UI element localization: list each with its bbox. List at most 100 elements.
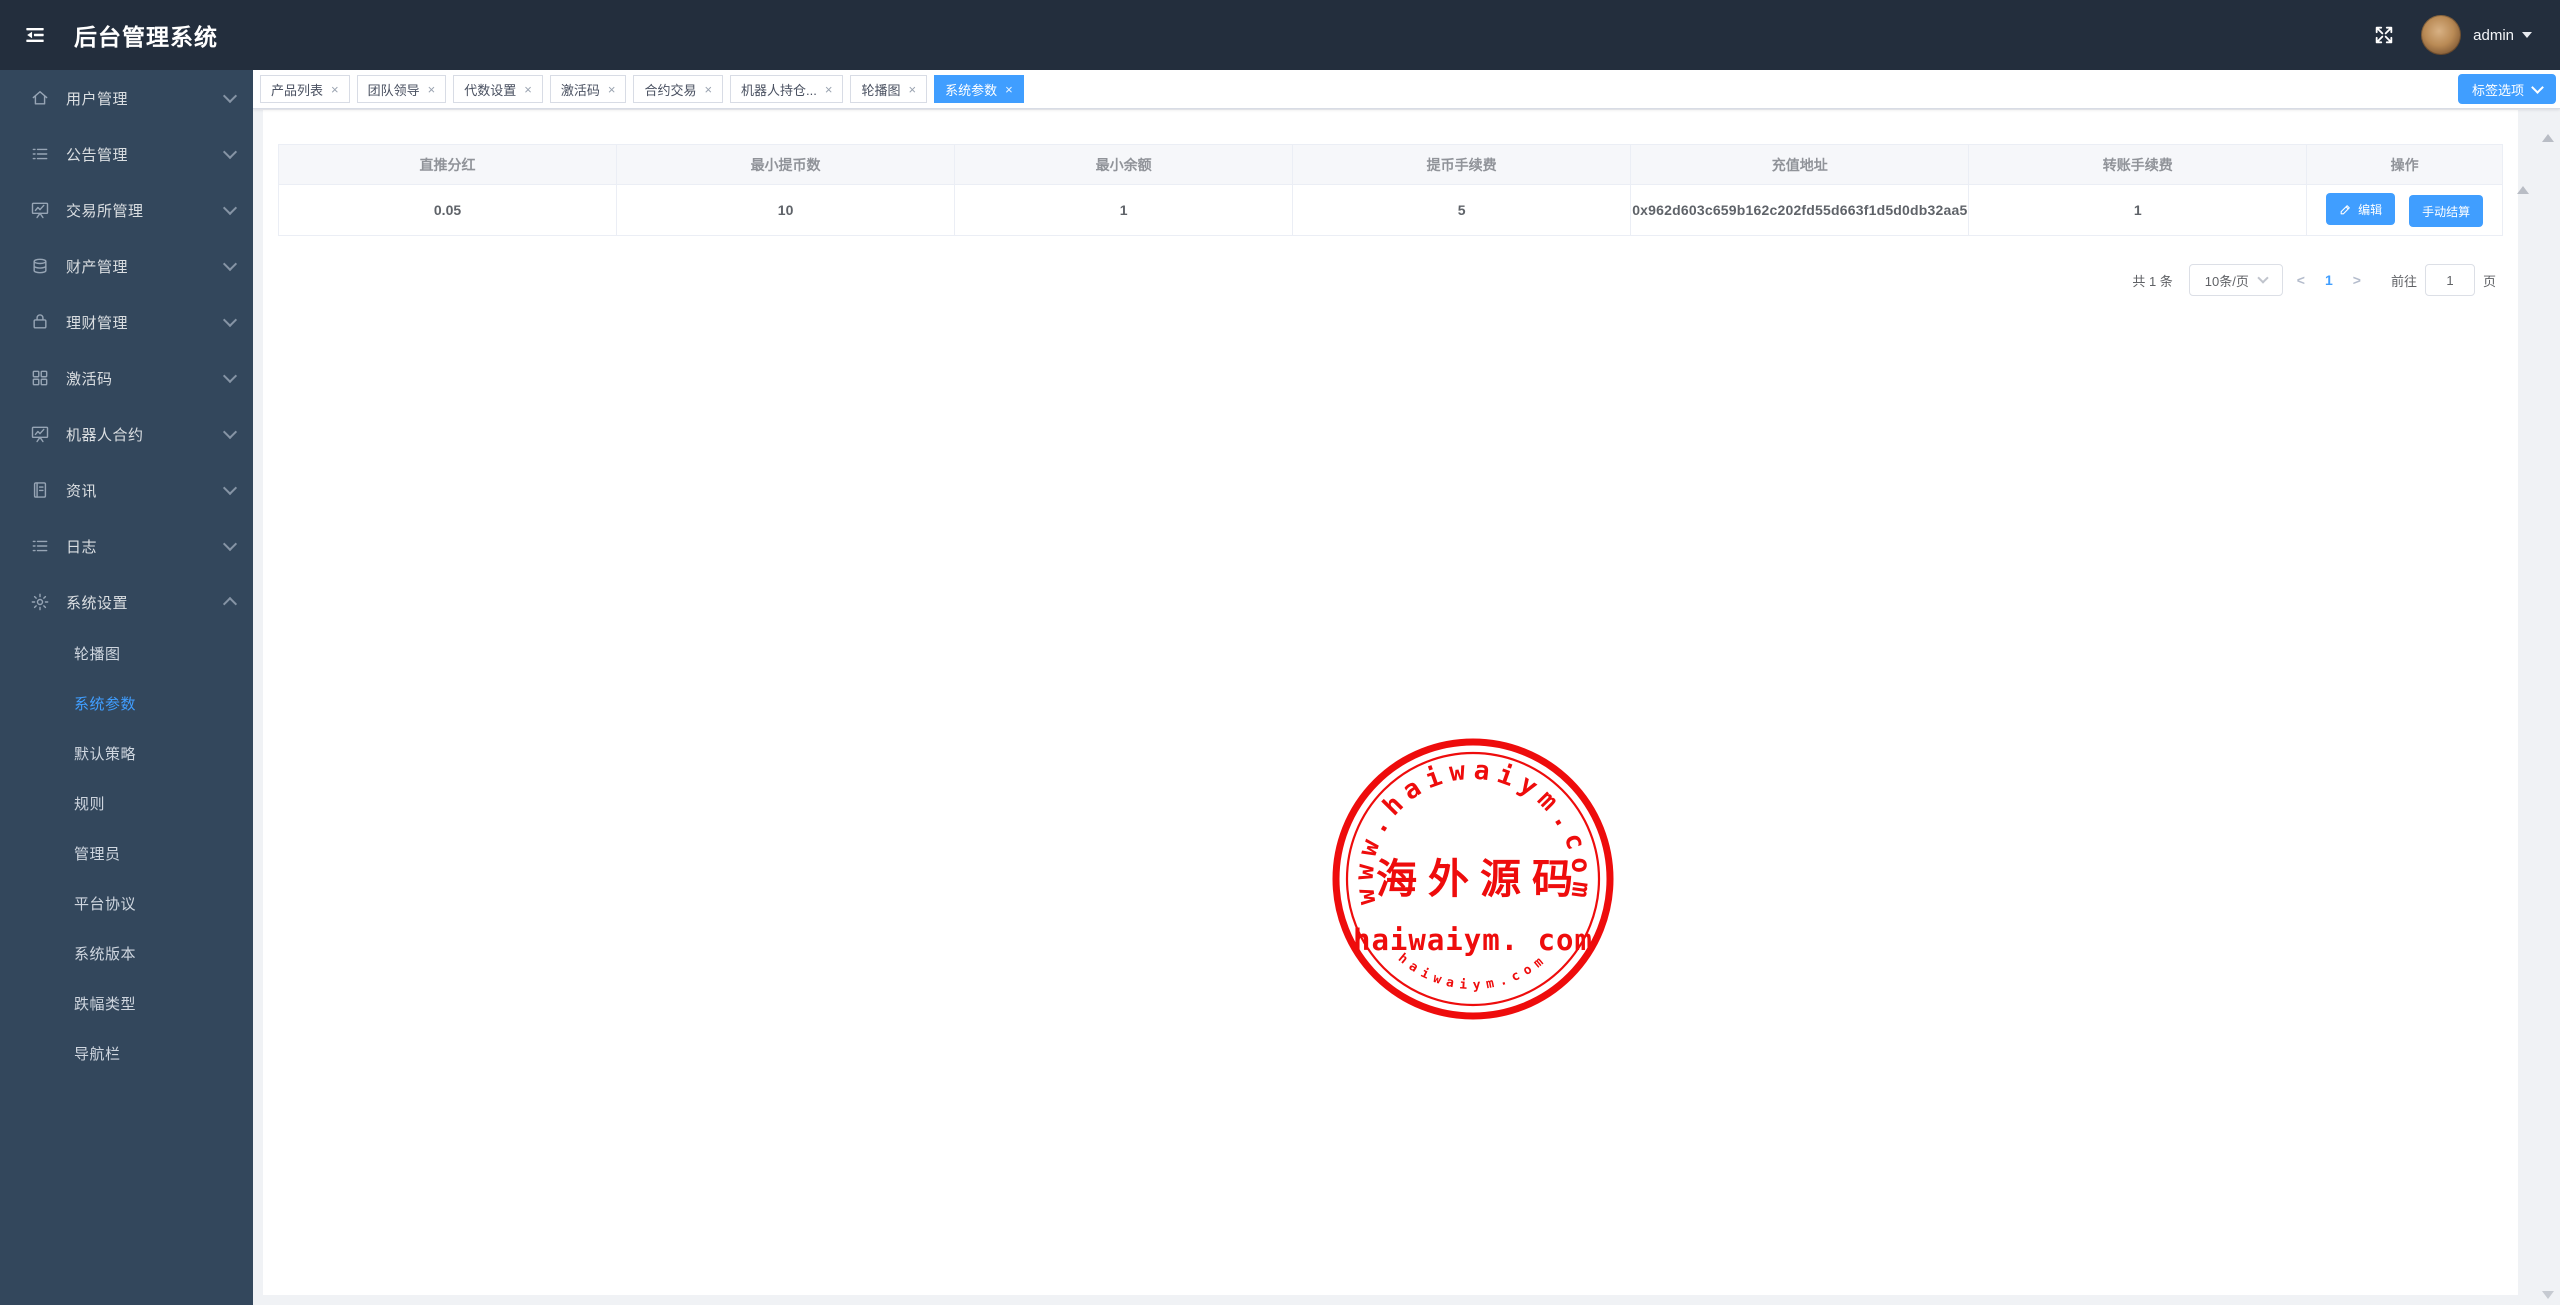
chevron-down-icon xyxy=(222,424,238,440)
sidebar: 用户管理 公告管理 交易所管理 财产管理 理财管理 激活码 机器人合约 资讯 日 xyxy=(0,70,253,1305)
sidebar-item-system-version[interactable]: 系统版本 xyxy=(0,930,253,980)
sidebar-item-drop-type[interactable]: 跌幅类型 xyxy=(0,980,253,1030)
sidebar-item-system-settings[interactable]: 系统设置 xyxy=(0,574,253,630)
cell-min-withdraw: 10 xyxy=(616,184,956,236)
header-right: admin xyxy=(2373,15,2560,55)
sidebar-item-label: 交易所管理 xyxy=(66,202,144,220)
edit-button[interactable]: 编辑 xyxy=(2326,193,2396,225)
edit-button-label: 编辑 xyxy=(2358,202,2383,217)
system-settings-submenu: 轮播图 系统参数 默认策略 规则 管理员 平台协议 系统版本 跌幅类型 导航栏 xyxy=(0,630,253,1080)
chevron-down-icon xyxy=(222,256,238,272)
list-icon xyxy=(30,144,50,164)
col-direct-dividend: 直推分红 xyxy=(277,144,618,185)
chevron-down-icon xyxy=(2531,80,2544,94)
current-page[interactable]: 1 xyxy=(2325,272,2333,288)
sidebar-item-navbar[interactable]: 导航栏 xyxy=(0,1030,253,1080)
close-icon[interactable] xyxy=(909,83,917,96)
chevron-down-icon xyxy=(222,144,238,160)
manual-settle-button[interactable]: 手动结算 xyxy=(2409,195,2484,227)
list-icon xyxy=(30,536,50,556)
tab-generation-settings[interactable]: 代数设置 xyxy=(453,75,543,103)
tab-label: 系统参数 xyxy=(945,82,998,98)
col-min-balance: 最小余额 xyxy=(954,144,1294,185)
close-icon[interactable] xyxy=(825,83,833,96)
tab-label: 团队领导 xyxy=(367,82,420,98)
chevron-down-icon xyxy=(222,536,238,552)
sidebar-item-system-params[interactable]: 系统参数 xyxy=(0,680,253,730)
cell-deposit-address: 0x962d603c659b162c202fd55d663f1d5d0db32a… xyxy=(1630,184,1970,236)
chart-board-icon xyxy=(30,424,50,444)
sidebar-item-label: 资讯 xyxy=(66,482,98,500)
bag-icon xyxy=(30,312,50,332)
scrollbar-up-arrow[interactable] xyxy=(2517,186,2529,194)
sidebar-item-exchange-mgmt[interactable]: 交易所管理 xyxy=(0,182,253,238)
app-header: 后台管理系统 admin xyxy=(0,0,2560,70)
gear-icon xyxy=(30,592,50,612)
sidebar-item-user-mgmt[interactable]: 用户管理 xyxy=(0,70,253,126)
fullscreen-icon[interactable] xyxy=(2373,24,2395,46)
user-dropdown[interactable]: admin xyxy=(2473,27,2532,44)
sidebar-item-announcement-mgmt[interactable]: 公告管理 xyxy=(0,126,253,182)
close-icon[interactable] xyxy=(608,83,616,96)
sidebar-item-logs[interactable]: 日志 xyxy=(0,518,253,574)
col-min-withdraw: 最小提币数 xyxy=(616,144,956,185)
chevron-down-icon xyxy=(2522,32,2532,38)
sidebar-item-default-strategy[interactable]: 默认策略 xyxy=(0,730,253,780)
sidebar-item-wealth-mgmt[interactable]: 理财管理 xyxy=(0,294,253,350)
chevron-down-icon xyxy=(222,480,238,496)
avatar[interactable] xyxy=(2421,15,2462,55)
page-size-select[interactable]: 10条/页 xyxy=(2188,264,2283,296)
sidebar-item-label: 激活码 xyxy=(66,370,113,388)
close-icon[interactable] xyxy=(331,83,339,96)
pencil-icon xyxy=(2339,203,2352,216)
tab-robot-position[interactable]: 机器人持仓... xyxy=(730,75,844,103)
sidebar-item-label: 系统设置 xyxy=(66,594,129,612)
cell-direct-dividend: 0.05 xyxy=(277,184,618,236)
chevron-down-icon xyxy=(2257,272,2269,284)
tags-options-label: 标签选项 xyxy=(2471,82,2524,98)
close-icon[interactable] xyxy=(1005,83,1013,96)
scrollbar-down-arrow[interactable] xyxy=(2542,1291,2554,1299)
sidebar-item-carousel[interactable]: 轮播图 xyxy=(0,630,253,680)
cell-min-balance: 1 xyxy=(954,184,1294,236)
close-icon[interactable] xyxy=(524,83,532,96)
chevron-down-icon xyxy=(222,368,238,384)
pagination-total: 共 1 条 xyxy=(2132,273,2173,289)
chevron-down-icon xyxy=(222,88,238,104)
home-icon xyxy=(30,88,50,108)
sidebar-item-label: 机器人合约 xyxy=(66,426,144,444)
tab-label: 激活码 xyxy=(560,82,600,98)
grid-icon xyxy=(30,368,50,388)
tab-team-leader[interactable]: 团队领导 xyxy=(356,75,447,103)
tab-product-list[interactable]: 产品列表 xyxy=(260,75,350,103)
sidebar-item-asset-mgmt[interactable]: 财产管理 xyxy=(0,238,253,294)
tab-contract-trade[interactable]: 合约交易 xyxy=(633,75,724,103)
cell-actions: 编辑 手动结算 xyxy=(2306,184,2503,236)
chart-board-icon xyxy=(30,200,50,220)
document-icon xyxy=(30,480,50,500)
table-header-row: 直推分红 最小提币数 最小余额 提币手续费 充值地址 转账手续费 操作 xyxy=(277,144,2503,185)
cell-withdraw-fee: 5 xyxy=(1292,184,1632,236)
sidebar-item-news[interactable]: 资讯 xyxy=(0,462,253,518)
sidebar-item-label: 财产管理 xyxy=(66,258,129,276)
tab-system-params[interactable]: 系统参数 xyxy=(934,75,1024,103)
tab-label: 轮播图 xyxy=(861,82,901,98)
tab-activation-code[interactable]: 激活码 xyxy=(549,75,627,103)
tags-view-bar: 产品列表 团队领导 代数设置 激活码 合约交易 机器人持仓... 轮播图 系统参… xyxy=(253,70,2560,109)
sidebar-item-activation-code[interactable]: 激活码 xyxy=(0,350,253,406)
close-icon[interactable] xyxy=(428,83,436,96)
prev-page-icon[interactable]: < xyxy=(2297,272,2305,288)
sidebar-item-platform-agreement[interactable]: 平台协议 xyxy=(0,880,253,930)
tab-carousel[interactable]: 轮播图 xyxy=(850,75,928,103)
sidebar-item-rules[interactable]: 规则 xyxy=(0,780,253,830)
scrollbar-up-arrow[interactable] xyxy=(2542,134,2554,142)
app-title: 后台管理系统 xyxy=(74,24,218,50)
close-icon[interactable] xyxy=(704,83,712,96)
tags-options-button[interactable]: 标签选项 xyxy=(2457,74,2556,104)
next-page-icon[interactable]: > xyxy=(2353,272,2361,288)
sidebar-collapse-icon[interactable] xyxy=(22,22,48,48)
goto-page-input[interactable] xyxy=(2424,264,2475,296)
sidebar-item-admins[interactable]: 管理员 xyxy=(0,830,253,880)
sidebar-item-robot-contract[interactable]: 机器人合约 xyxy=(0,406,253,462)
tab-label: 机器人持仓... xyxy=(741,82,817,98)
